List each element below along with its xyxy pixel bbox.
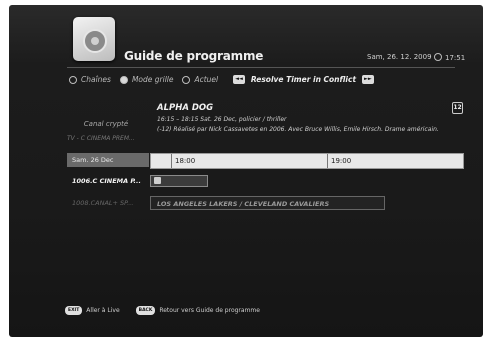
mode-grille[interactable]: Mode grille <box>119 75 173 84</box>
back-key-icon: BACK <box>135 306 156 315</box>
program-guide-icon <box>73 17 115 61</box>
program-schedule: 16:15 – 18:15 Sat. 26 Dec, policier / th… <box>157 116 287 123</box>
mode-actuel[interactable]: Actuel <box>182 75 218 84</box>
time-slot: 19:00 <box>327 154 351 168</box>
channel-row[interactable]: 1008.CANAL+ SP... <box>67 197 149 210</box>
channel-status: Canal crypté <box>83 120 129 128</box>
program-description: (-12) Réalisé par Nick Cassavetes en 200… <box>157 126 439 133</box>
clock-icon <box>434 53 442 61</box>
current-date: Sam, 26. 12. 2009 <box>367 53 432 61</box>
footer-hints: EXIT Aller à Live BACK Retour vers Guide d… <box>65 306 276 315</box>
age-rating-badge: 12 <box>452 102 463 114</box>
program-title: ALPHA DOG <box>157 103 214 113</box>
channel-subtitle: TV - C CINEMA PREM... <box>67 135 135 142</box>
program-cell-selected[interactable] <box>150 175 208 187</box>
exit-key-icon: EXIT <box>65 306 83 315</box>
radio-selected-icon <box>119 75 128 84</box>
rewind-key-icon: ◄◄ <box>233 75 245 84</box>
back-hint[interactable]: BACK Retour vers Guide de programme <box>135 306 260 315</box>
epg-screen: Guide de programme Sam, 26. 12. 2009 17:… <box>9 5 483 337</box>
grid-date: Sam. 26 Dec <box>67 153 149 167</box>
timer-icon <box>154 177 161 184</box>
timeline-bar: 18:00 19:00 <box>150 153 464 169</box>
radio-icon <box>182 75 191 84</box>
mode-selector: Chaînes Mode grille Actuel ◄◄ Resolve Ti… <box>69 75 380 84</box>
program-cell[interactable]: LOS ANGELES LAKERS / CLEVELAND CAVALIERS <box>150 196 385 210</box>
current-time: 17:51 <box>434 53 465 62</box>
exit-hint[interactable]: EXIT Aller à Live <box>65 306 120 315</box>
channel-row-selected[interactable]: 1006.C CINEMA P... <box>67 175 149 188</box>
page-title: Guide de programme <box>124 49 264 63</box>
forward-key-icon: ►► <box>362 75 374 84</box>
time-slot: 18:00 <box>171 154 195 168</box>
radio-icon <box>69 75 77 84</box>
resolve-timer-button[interactable]: Resolve Timer in Conflict <box>251 75 356 84</box>
header-divider <box>67 67 455 68</box>
mode-chaines[interactable]: Chaînes <box>69 75 111 84</box>
